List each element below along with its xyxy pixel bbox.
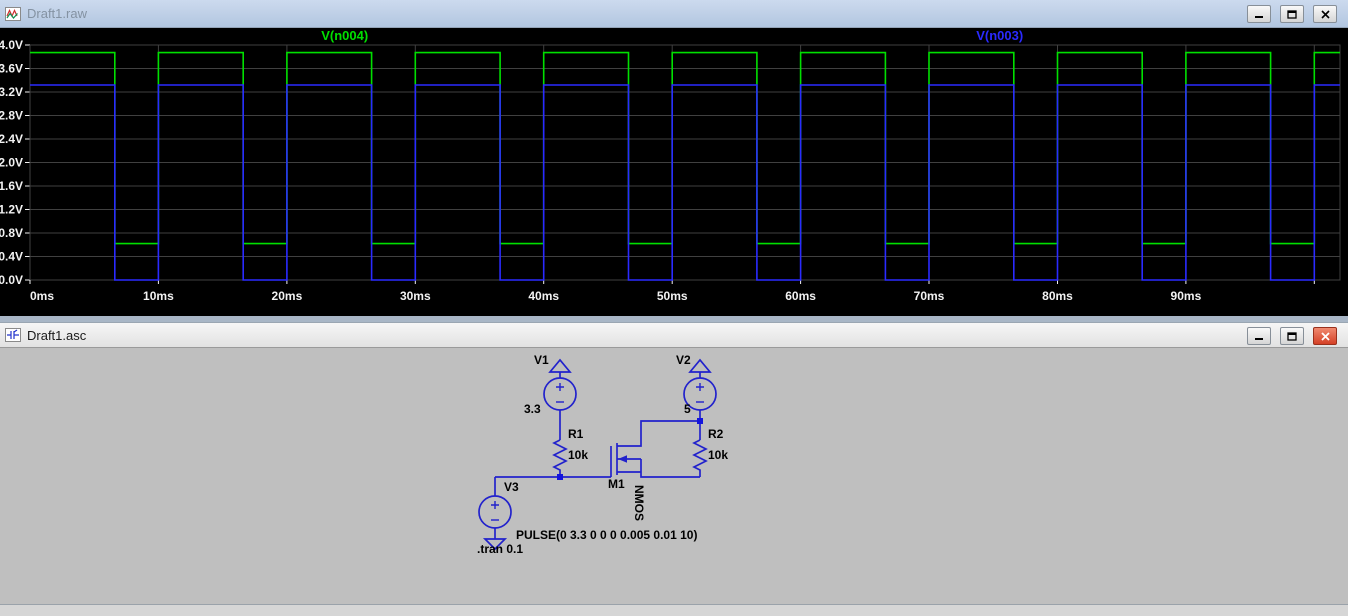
waveform-svg[interactable]: 0.0V 0.4V 0.8V 1.2V 1.6V 2.0V 2.4V 2.8V 3.2V 3.6V… bbox=[0, 28, 1348, 316]
waveform-file-icon[interactable] bbox=[5, 6, 21, 21]
m1-name-label[interactable]: M1 bbox=[608, 478, 625, 491]
y-axis-label: 2.4V bbox=[0, 132, 23, 146]
y-axis-label: 1.6V bbox=[0, 179, 23, 193]
junction-dot-drain-r2 bbox=[697, 418, 703, 424]
m1-model-label[interactable]: NMOS bbox=[632, 485, 646, 521]
waveform-trace-1 bbox=[30, 84, 1340, 281]
tran-directive-label[interactable]: .tran 0.1 bbox=[477, 543, 523, 556]
maximize-icon bbox=[1287, 9, 1297, 19]
circuit-drawing[interactable] bbox=[0, 348, 1348, 604]
v2-name-label[interactable]: V2 bbox=[676, 354, 691, 367]
m1-source-wire[interactable] bbox=[617, 459, 700, 478]
schematic-window-title: Draft1.asc bbox=[27, 327, 87, 343]
y-axis-label: 1.2V bbox=[0, 203, 23, 217]
r2-name-label[interactable]: R2 bbox=[708, 428, 723, 441]
trace-name-label[interactable]: V(n003) bbox=[976, 28, 1023, 43]
trace-name-label[interactable]: V(n004) bbox=[321, 28, 368, 43]
v3-value-label[interactable]: PULSE(0 3.3 0 0 0 0.005 0.01 10) bbox=[516, 529, 697, 542]
plot-close-button[interactable] bbox=[1313, 5, 1337, 23]
y-axis-label: 0.8V bbox=[0, 226, 23, 240]
y-axis-label: 2.0V bbox=[0, 156, 23, 170]
m1-nmos-symbol[interactable] bbox=[610, 420, 700, 478]
x-axis-label: 30ms bbox=[400, 289, 431, 303]
x-axis-label: 0ms bbox=[30, 289, 54, 303]
v2-ground-flag-icon[interactable] bbox=[688, 358, 712, 378]
x-axis-label: 70ms bbox=[914, 289, 945, 303]
m1-drain-wire[interactable] bbox=[617, 420, 700, 447]
v3-name-label[interactable]: V3 bbox=[504, 481, 519, 494]
v1-value-label[interactable]: 3.3 bbox=[524, 403, 541, 416]
y-axis-label: 0.4V bbox=[0, 250, 23, 264]
r1-resistor-symbol[interactable] bbox=[552, 439, 568, 477]
schematic-minimize-button[interactable] bbox=[1247, 327, 1271, 345]
schematic-canvas[interactable]: V1 3.3 V2 5 R1 10k R2 10k M1 NMOS V3 PUL… bbox=[0, 348, 1348, 604]
minimize-icon bbox=[1255, 337, 1263, 340]
x-axis-label: 80ms bbox=[1042, 289, 1073, 303]
schematic-titlebar[interactable]: Draft1.asc bbox=[0, 322, 1348, 348]
waveform-trace-0 bbox=[30, 51, 1340, 245]
close-icon bbox=[1320, 331, 1330, 341]
schematic-close-button[interactable] bbox=[1313, 327, 1337, 345]
r2-resistor-symbol[interactable] bbox=[692, 439, 708, 477]
r2-value-label[interactable]: 10k bbox=[708, 449, 728, 462]
close-icon bbox=[1320, 9, 1330, 19]
waveform-window: Draft1.raw 0.0V 0.4V 0.8V 1.2V 1.6V 2.0V 2.4V 2… bbox=[0, 0, 1348, 316]
junction-dot-r1-gate bbox=[557, 474, 563, 480]
y-axis-label: 3.6V bbox=[0, 62, 23, 76]
y-axis-label: 0.0V bbox=[0, 273, 23, 287]
waveform-plot-area[interactable]: 0.0V 0.4V 0.8V 1.2V 1.6V 2.0V 2.4V 2.8V 3.2V 3.6V… bbox=[0, 28, 1348, 316]
x-axis-label: 60ms bbox=[785, 289, 816, 303]
y-axis-label: 4.0V bbox=[0, 38, 23, 52]
y-axis-label: 3.2V bbox=[0, 85, 23, 99]
schematic-file-icon[interactable] bbox=[5, 328, 21, 342]
x-axis-label: 40ms bbox=[528, 289, 559, 303]
r1-value-label[interactable]: 10k bbox=[568, 449, 588, 462]
maximize-icon bbox=[1287, 331, 1297, 341]
window-bottom-frame bbox=[0, 604, 1348, 616]
x-axis-label: 90ms bbox=[1171, 289, 1202, 303]
plot-window-title: Draft1.raw bbox=[27, 6, 87, 21]
m1-arrow-icon bbox=[618, 455, 627, 463]
schematic-window: Draft1.asc V1 3.3 V2 5 R1 10k R2 10k M1 … bbox=[0, 322, 1348, 616]
minimize-icon bbox=[1255, 15, 1263, 18]
plot-titlebar[interactable]: Draft1.raw bbox=[0, 0, 1348, 28]
x-axis-label: 20ms bbox=[272, 289, 303, 303]
x-axis-label: 50ms bbox=[657, 289, 688, 303]
v1-name-label[interactable]: V1 bbox=[534, 354, 549, 367]
v1-voltage-source-symbol[interactable] bbox=[543, 377, 577, 411]
v2-value-label[interactable]: 5 bbox=[684, 403, 691, 416]
schematic-maximize-button[interactable] bbox=[1280, 327, 1304, 345]
x-axis-label: 10ms bbox=[143, 289, 174, 303]
y-axis-label: 2.8V bbox=[0, 109, 23, 123]
plot-minimize-button[interactable] bbox=[1247, 5, 1271, 23]
plot-maximize-button[interactable] bbox=[1280, 5, 1304, 23]
r1-name-label[interactable]: R1 bbox=[568, 428, 583, 441]
v1-ground-flag-icon[interactable] bbox=[548, 358, 572, 378]
